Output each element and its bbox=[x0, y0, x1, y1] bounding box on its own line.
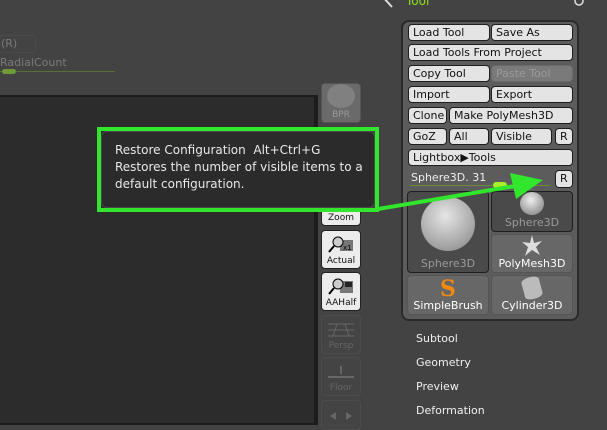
annotation-arrow bbox=[377, 173, 543, 211]
